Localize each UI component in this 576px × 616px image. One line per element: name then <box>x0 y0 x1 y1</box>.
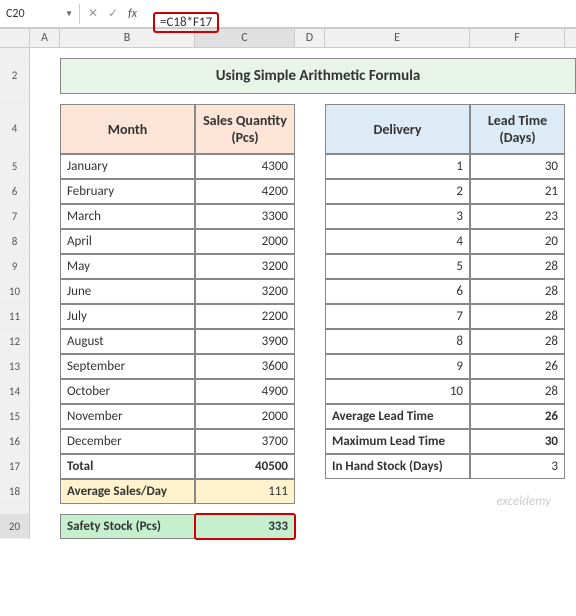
cell-leadtime[interactable]: 23 <box>470 204 565 229</box>
avg-lead-label[interactable]: Average Lead Time <box>325 404 470 429</box>
row-header[interactable]: 7 <box>0 204 30 229</box>
cell-qty[interactable]: 3600 <box>195 354 295 379</box>
cell-qty[interactable]: 3300 <box>195 204 295 229</box>
inhand-label[interactable]: In Hand Stock (Days) <box>325 454 470 479</box>
cell-delivery[interactable]: 7 <box>325 304 470 329</box>
cell-month[interactable]: March <box>60 204 195 229</box>
cell-qty[interactable]: 4200 <box>195 179 295 204</box>
cell-delivery[interactable]: 3 <box>325 204 470 229</box>
row-header[interactable]: 4 <box>0 104 30 154</box>
cell-qty[interactable]: 3200 <box>195 279 295 304</box>
watermark: exceldemy <box>496 494 551 509</box>
formula-bar-icons: ✕ ✓ fx <box>80 6 151 21</box>
cell-delivery[interactable]: 6 <box>325 279 470 304</box>
cell-leadtime[interactable]: 21 <box>470 179 565 204</box>
cell-qty[interactable]: 4300 <box>195 154 295 179</box>
cell-qty[interactable]: 3700 <box>195 429 295 454</box>
cell-qty[interactable]: 4900 <box>195 379 295 404</box>
header-delivery: Delivery <box>325 104 470 154</box>
cell-leadtime[interactable]: 28 <box>470 304 565 329</box>
formula-input[interactable]: =C18*F17 <box>151 11 576 17</box>
cell-month[interactable]: September <box>60 354 195 379</box>
chevron-down-icon[interactable]: ▼ <box>65 9 73 19</box>
fx-icon[interactable]: fx <box>128 7 143 21</box>
cell-qty[interactable]: 3900 <box>195 329 295 354</box>
formula-text: =C18*F17 <box>153 12 219 33</box>
cell-month[interactable]: January <box>60 154 195 179</box>
row-header[interactable]: 2 <box>0 58 30 94</box>
total-label[interactable]: Total <box>60 454 195 479</box>
row-header[interactable]: 14 <box>0 379 30 404</box>
avg-sales-label[interactable]: Average Sales/Day <box>60 479 195 504</box>
row-header[interactable]: 8 <box>0 229 30 254</box>
cell-qty[interactable]: 2000 <box>195 229 295 254</box>
spreadsheet-grid: 1 2 Using Simple Arithmetic Formula 3 4 … <box>0 48 576 539</box>
row-header[interactable]: 17 <box>0 454 30 479</box>
cell-month[interactable]: June <box>60 279 195 304</box>
cell-leadtime[interactable]: 28 <box>470 279 565 304</box>
header-month: Month <box>60 104 195 154</box>
max-lead-val[interactable]: 30 <box>470 429 565 454</box>
row-header[interactable]: 12 <box>0 329 30 354</box>
header-lead-time: Lead Time (Days) <box>470 104 565 154</box>
cell-month[interactable]: May <box>60 254 195 279</box>
inhand-val[interactable]: 3 <box>470 454 565 479</box>
accept-icon[interactable]: ✓ <box>108 6 118 21</box>
cell-leadtime[interactable]: 30 <box>470 154 565 179</box>
cell-leadtime[interactable]: 28 <box>470 329 565 354</box>
row-header[interactable]: 3 <box>0 94 30 104</box>
avg-lead-val[interactable]: 26 <box>470 404 565 429</box>
cell-delivery[interactable]: 8 <box>325 329 470 354</box>
cell-month[interactable]: February <box>60 179 195 204</box>
row-header[interactable]: 15 <box>0 404 30 429</box>
cell-month[interactable]: August <box>60 329 195 354</box>
row-header[interactable]: 9 <box>0 254 30 279</box>
safety-stock-label[interactable]: Safety Stock (Pcs) <box>60 514 195 539</box>
cell-delivery[interactable]: 5 <box>325 254 470 279</box>
page-title: Using Simple Arithmetic Formula <box>60 58 576 94</box>
cell-delivery[interactable]: 10 <box>325 379 470 404</box>
cell-delivery[interactable]: 2 <box>325 179 470 204</box>
cell-month[interactable]: October <box>60 379 195 404</box>
column-headers: A B C D E F <box>0 28 576 48</box>
row-header[interactable]: 10 <box>0 279 30 304</box>
cell-month[interactable]: December <box>60 429 195 454</box>
cell-leadtime[interactable]: 28 <box>470 254 565 279</box>
max-lead-label[interactable]: Maximum Lead Time <box>325 429 470 454</box>
cell-leadtime[interactable]: 28 <box>470 379 565 404</box>
header-sales-qty: Sales Quantity (Pcs) <box>195 104 295 154</box>
row-header[interactable]: 16 <box>0 429 30 454</box>
cancel-icon[interactable]: ✕ <box>88 6 98 21</box>
row-header[interactable]: 1 <box>0 48 30 58</box>
col-header-e[interactable]: E <box>325 29 470 47</box>
formula-bar: C20 ▼ ✕ ✓ fx =C18*F17 <box>0 0 576 28</box>
row-header[interactable]: 5 <box>0 154 30 179</box>
avg-sales-val[interactable]: 111 <box>195 479 295 504</box>
cell-month[interactable]: November <box>60 404 195 429</box>
cell-month[interactable]: July <box>60 304 195 329</box>
name-box[interactable]: C20 ▼ <box>0 4 80 24</box>
safety-stock-val[interactable]: 333 <box>195 514 295 539</box>
cell-delivery[interactable]: 4 <box>325 229 470 254</box>
name-box-value: C20 <box>6 7 25 21</box>
cell-qty[interactable]: 2000 <box>195 404 295 429</box>
cell-leadtime[interactable]: 26 <box>470 354 565 379</box>
cell-qty[interactable]: 2200 <box>195 304 295 329</box>
total-val[interactable]: 40500 <box>195 454 295 479</box>
row-header[interactable]: 11 <box>0 304 30 329</box>
row-header[interactable]: 6 <box>0 179 30 204</box>
col-header-a[interactable]: A <box>30 29 60 47</box>
cell-leadtime[interactable]: 20 <box>470 229 565 254</box>
cell-delivery[interactable]: 1 <box>325 154 470 179</box>
cell-month[interactable]: April <box>60 229 195 254</box>
cell-qty[interactable]: 3200 <box>195 254 295 279</box>
cell-delivery[interactable]: 9 <box>325 354 470 379</box>
row-header[interactable]: 19 <box>0 504 30 514</box>
row-header[interactable]: 18 <box>0 479 30 504</box>
col-header-f[interactable]: F <box>470 29 565 47</box>
col-header-d[interactable]: D <box>295 29 325 47</box>
row-header[interactable]: 13 <box>0 354 30 379</box>
row-header[interactable]: 20 <box>0 514 30 539</box>
